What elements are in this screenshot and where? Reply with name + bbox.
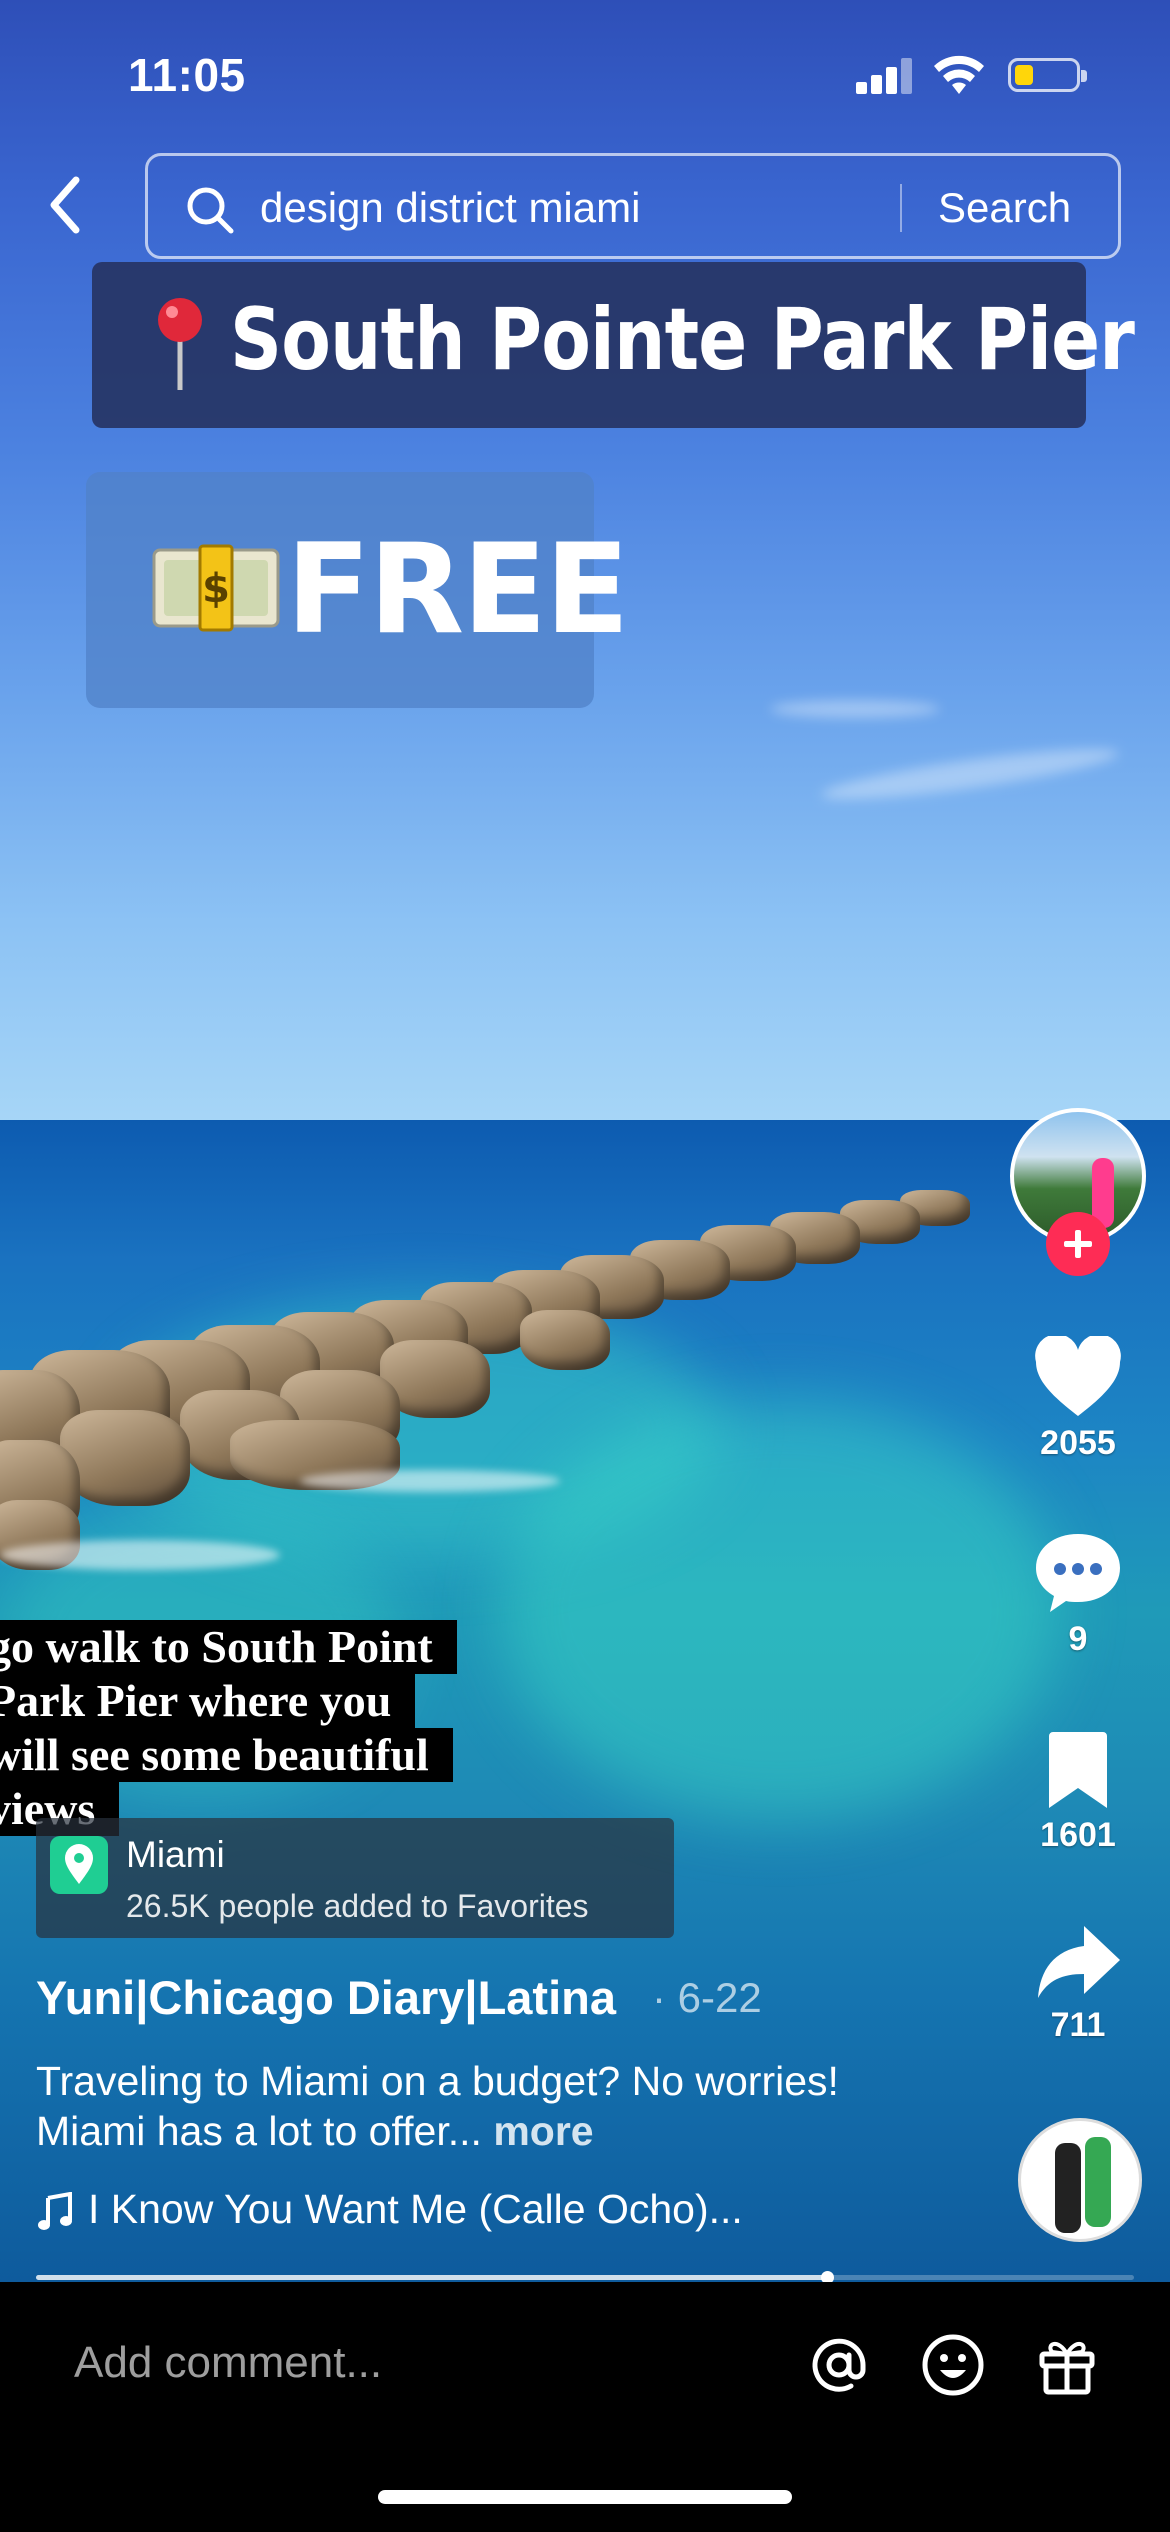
home-indicator[interactable] (378, 2490, 792, 2504)
location-pin-icon (65, 1844, 93, 1884)
title-sticker: South Pointe Park Pier (92, 262, 1135, 428)
search-bar[interactable]: design district miami Search (145, 153, 1121, 259)
title-sticker-text: South Pointe Park Pier (230, 290, 1135, 390)
favorite-count: 1601 (1040, 1816, 1116, 1854)
description-text: Traveling to Miami on a budget? No worri… (36, 2058, 839, 2154)
back-arrow-icon[interactable] (40, 170, 92, 240)
heart-icon (1035, 1336, 1121, 1416)
caption-sticker: go walk to South Point Park Pier where y… (0, 1620, 457, 1836)
more-link[interactable]: more (493, 2108, 593, 2154)
shallow-water (500, 1400, 1060, 1820)
comment-bubble-icon (1036, 1534, 1120, 1612)
search-button[interactable]: Search (938, 184, 1071, 232)
location-name: Miami (126, 1834, 225, 1875)
comment-count: 9 (1068, 1620, 1088, 1658)
gift-icon[interactable] (1034, 2332, 1100, 2398)
search-icon (187, 187, 234, 234)
mention-icon[interactable] (806, 2332, 872, 2398)
comment-button[interactable]: 9 (1018, 1530, 1138, 1659)
post-description: Traveling to Miami on a budget? No worri… (36, 2056, 896, 2156)
cloud (770, 700, 940, 718)
round-pushpin-icon (158, 298, 202, 390)
battery-icon (1008, 58, 1087, 92)
like-button[interactable]: 2055 (1018, 1336, 1138, 1463)
price-sticker: $ FREE (86, 472, 630, 708)
favorite-button[interactable]: 1601 (1018, 1730, 1138, 1855)
share-count: 711 (1050, 2006, 1106, 2044)
disc-figure (1085, 2137, 1111, 2227)
svg-text:$: $ (202, 566, 230, 612)
progress-fill (36, 2275, 827, 2280)
share-button[interactable]: 711 (1018, 1922, 1138, 2045)
search-query[interactable]: design district miami (260, 184, 640, 232)
music-note-icon (38, 2192, 72, 2231)
status-time: 11:05 (128, 49, 246, 101)
caption-line: go walk to South Point (0, 1620, 457, 1674)
price-sticker-text: FREE (286, 518, 630, 662)
like-count: 2055 (1040, 1424, 1116, 1462)
comment-input[interactable]: Add comment... (74, 2338, 382, 2388)
caption-line: Park Pier where you (0, 1674, 416, 1728)
disc-figure (1055, 2143, 1081, 2233)
dollar-banknote-icon: $ (152, 544, 280, 632)
emoji-icon[interactable] (920, 2332, 986, 2398)
search-divider (900, 184, 902, 232)
cellular-signal-icon (856, 58, 914, 94)
location-chip[interactable]: Miami 26.5K people added to Favorites (36, 1818, 674, 1938)
location-favorites: 26.5K people added to Favorites (126, 1888, 589, 1924)
bookmark-icon (1049, 1732, 1107, 1808)
follow-button[interactable] (1046, 1212, 1110, 1276)
music-disc[interactable] (1018, 2118, 1142, 2242)
share-arrow-icon (1038, 1926, 1120, 1998)
wifi-icon (934, 55, 984, 94)
caption-line: will see some beautiful (0, 1728, 453, 1782)
video-progress-bar[interactable] (36, 2271, 1134, 2284)
music-ticker[interactable]: I Know You Want Me (Calle Ocho)... (36, 2186, 743, 2233)
music-title: I Know You Want Me (Calle Ocho)... (88, 2186, 743, 2232)
post-date: · 6-22 (652, 1974, 762, 2021)
author-name[interactable]: Yuni|Chicago Diary|Latina (36, 1970, 616, 2025)
location-badge (50, 1836, 108, 1894)
